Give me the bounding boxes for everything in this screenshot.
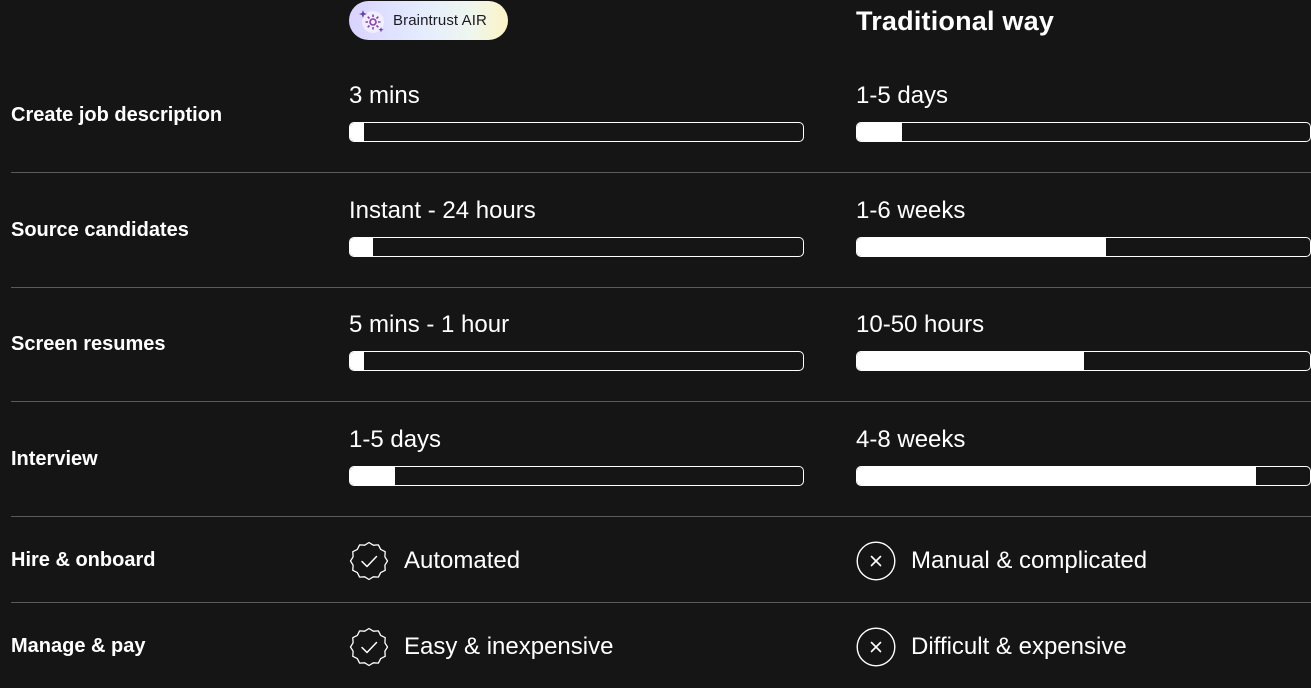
- row-divider: [11, 172, 1311, 173]
- air-status: Easy & inexpensive: [349, 627, 613, 667]
- air-time-value: 5 mins - 1 hour: [349, 311, 510, 338]
- braintrust-air-label: Braintrust AIR: [393, 12, 487, 29]
- row-label: Interview: [11, 448, 98, 470]
- traditional-time-bar-fill: [857, 352, 1084, 370]
- badge-check-icon: [349, 541, 389, 581]
- air-time-bar-fill: [350, 467, 396, 485]
- traditional-time-bar: [856, 466, 1311, 486]
- air-time-bar: [349, 237, 804, 257]
- traditional-way-heading: Traditional way: [856, 6, 1055, 36]
- traditional-status: Manual & complicated: [856, 541, 1147, 581]
- traditional-time-bar-fill: [857, 123, 903, 141]
- air-status-text: Easy & inexpensive: [404, 633, 614, 660]
- braintrust-air-badge: Braintrust AIR: [349, 1, 508, 40]
- traditional-status-text: Manual & complicated: [911, 547, 1148, 574]
- sparkle-gear-icon: [359, 9, 384, 33]
- row-divider: [11, 516, 1311, 517]
- air-time-bar-fill: [350, 352, 364, 370]
- air-time-bar: [349, 466, 804, 486]
- air-time-bar-fill: [350, 238, 373, 256]
- row-label: Source candidates: [11, 219, 189, 241]
- traditional-time-bar: [856, 237, 1311, 257]
- row-label: Screen resumes: [11, 333, 166, 355]
- air-time-value: 3 mins: [349, 82, 420, 109]
- traditional-time-value: 4-8 weeks: [856, 426, 966, 453]
- row-label: Create job description: [11, 104, 223, 126]
- air-time-value: 1-5 days: [349, 426, 442, 453]
- traditional-status: Difficult & expensive: [856, 627, 1127, 667]
- air-time-bar: [349, 351, 804, 371]
- row-divider: [11, 401, 1311, 402]
- air-time-value: Instant - 24 hours: [349, 197, 536, 224]
- badge-check-icon: [349, 627, 389, 667]
- traditional-time-value: 1-5 days: [856, 82, 949, 109]
- row-divider: [11, 602, 1311, 603]
- row-label: Hire & onboard: [11, 549, 156, 571]
- traditional-time-bar: [856, 351, 1311, 371]
- traditional-time-value: 10-50 hours: [856, 311, 985, 338]
- row-divider: [11, 287, 1311, 288]
- traditional-time-bar-fill: [857, 467, 1256, 485]
- traditional-time-bar: [856, 122, 1311, 142]
- row-label: Manage & pay: [11, 635, 146, 657]
- traditional-status-text: Difficult & expensive: [911, 633, 1127, 660]
- air-status-text: Automated: [404, 547, 521, 574]
- x-circle-icon: [856, 541, 896, 581]
- air-time-bar-fill: [350, 123, 364, 141]
- air-time-bar: [349, 122, 804, 142]
- x-circle-icon: [856, 627, 896, 667]
- traditional-time-bar-fill: [857, 238, 1107, 256]
- air-status: Automated: [349, 541, 520, 581]
- traditional-time-value: 1-6 weeks: [856, 197, 966, 224]
